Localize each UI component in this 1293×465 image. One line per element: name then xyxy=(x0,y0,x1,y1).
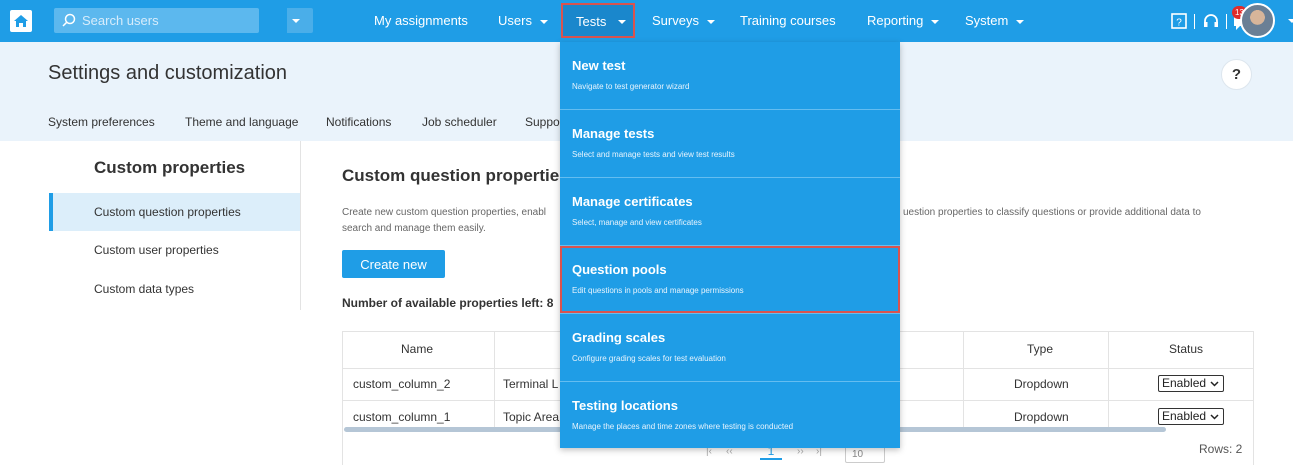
tab-job-scheduler[interactable]: Job scheduler xyxy=(422,115,497,129)
section-description-line2: search and manage them easily. xyxy=(342,223,486,234)
sidebar-divider xyxy=(300,141,301,310)
menu-item-manage-tests[interactable]: Manage tests Select and manage tests and… xyxy=(560,110,900,177)
menu-item-question-pools[interactable]: Question pools Edit questions in pools a… xyxy=(560,246,900,313)
menu-item-manage-certificates[interactable]: Manage certificates Select, manage and v… xyxy=(560,178,900,245)
nav-surveys[interactable]: Surveys xyxy=(652,0,715,42)
page-title: Settings and customization xyxy=(48,62,288,84)
column-header-type[interactable]: Type xyxy=(1027,342,1053,356)
menu-item-subtitle: Edit questions in pools and manage permi… xyxy=(572,286,744,295)
nav-users[interactable]: Users xyxy=(498,0,548,42)
column-divider xyxy=(494,332,495,432)
menu-item-subtitle: Navigate to test generator wizard xyxy=(572,82,690,91)
nav-tests[interactable]: Tests xyxy=(561,3,635,38)
menu-item-title: Grading scales xyxy=(572,330,666,345)
column-header-name[interactable]: Name xyxy=(401,342,433,356)
section-description: Create new custom question properties, e… xyxy=(342,207,547,218)
avatar[interactable] xyxy=(1240,3,1275,38)
home-button[interactable] xyxy=(10,10,32,32)
search-type-dropdown[interactable] xyxy=(287,8,313,33)
nav-reporting[interactable]: Reporting xyxy=(867,0,940,42)
chevron-down-icon xyxy=(1210,381,1219,387)
menu-item-subtitle: Select and manage tests and view test re… xyxy=(572,150,735,159)
sidebar-item-custom-data-types[interactable]: Custom data types xyxy=(49,270,300,308)
menu-item-new-test[interactable]: New test Navigate to test generator wiza… xyxy=(560,42,900,109)
column-header-status[interactable]: Status xyxy=(1169,342,1203,356)
menu-item-subtitle: Manage the places and time zones where t… xyxy=(572,422,794,431)
headset-icon[interactable] xyxy=(1202,12,1220,30)
table-cell-label: Terminal L xyxy=(503,377,559,391)
search-icon xyxy=(62,13,76,27)
top-navigation-bar: My assignments Users Tests Surveys Train… xyxy=(0,0,1293,42)
menu-item-title: Manage tests xyxy=(572,126,655,141)
table-cell-type: Dropdown xyxy=(1014,410,1069,424)
search-input[interactable] xyxy=(82,12,222,29)
sidebar-title: Custom properties xyxy=(94,158,246,177)
divider xyxy=(1194,14,1195,29)
sidebar-item-custom-user-properties[interactable]: Custom user properties xyxy=(49,231,300,269)
chevron-down-icon xyxy=(706,19,715,24)
table-cell-type: Dropdown xyxy=(1014,377,1069,391)
chevron-down-icon xyxy=(292,19,300,23)
menu-item-subtitle: Select, manage and view certificates xyxy=(572,218,702,227)
chevron-down-icon xyxy=(1016,19,1025,24)
sidebar-item-custom-question-properties[interactable]: Custom question properties xyxy=(49,193,300,231)
tab-theme-and-language[interactable]: Theme and language xyxy=(185,115,298,129)
table-cell-label: Topic Area xyxy=(503,410,560,424)
chevron-down-icon xyxy=(931,19,940,24)
nav-training-courses[interactable]: Training courses xyxy=(740,0,836,42)
tab-support[interactable]: Suppo xyxy=(525,115,560,129)
search-box xyxy=(54,8,313,33)
menu-item-title: Manage certificates xyxy=(572,194,693,209)
menu-item-grading-scales[interactable]: Grading scales Configure grading scales … xyxy=(560,314,900,381)
menu-item-title: Question pools xyxy=(572,262,667,277)
create-new-button[interactable]: Create new xyxy=(342,250,445,278)
tests-dropdown-menu: New test Navigate to test generator wiza… xyxy=(560,42,900,448)
tab-notifications[interactable]: Notifications xyxy=(326,115,391,129)
help-button[interactable]: ? xyxy=(1221,59,1252,90)
nav-system[interactable]: System xyxy=(965,0,1025,42)
nav-my-assignments[interactable]: My assignments xyxy=(374,0,468,42)
tab-system-preferences[interactable]: System preferences xyxy=(48,115,155,129)
menu-item-testing-locations[interactable]: Testing locations Manage the places and … xyxy=(560,382,900,449)
svg-text:?: ? xyxy=(1176,18,1182,29)
chevron-down-icon xyxy=(618,20,626,24)
chevron-down-icon xyxy=(539,19,548,24)
table-cell-name: custom_column_2 xyxy=(353,377,451,391)
column-divider xyxy=(1108,332,1109,432)
rows-count: Rows: 2 xyxy=(1199,442,1243,456)
column-divider xyxy=(963,332,964,432)
status-select[interactable]: Enabled xyxy=(1158,408,1224,425)
section-description-right: uestion properties to classify questions… xyxy=(903,207,1201,218)
section-title: Custom question properties xyxy=(342,166,569,185)
status-select[interactable]: Enabled xyxy=(1158,375,1224,392)
menu-item-subtitle: Configure grading scales for test evalua… xyxy=(572,354,726,363)
table-cell-name: custom_column_1 xyxy=(353,410,451,424)
available-properties-count: Number of available properties left: 8 xyxy=(342,296,554,310)
divider xyxy=(1226,14,1227,29)
menu-item-title: Testing locations xyxy=(572,398,678,413)
chevron-down-icon xyxy=(1210,414,1219,420)
home-icon xyxy=(14,15,28,27)
menu-item-title: New test xyxy=(572,58,626,73)
chevron-down-icon[interactable] xyxy=(1288,19,1293,23)
help-book-icon[interactable]: ? xyxy=(1170,12,1188,30)
